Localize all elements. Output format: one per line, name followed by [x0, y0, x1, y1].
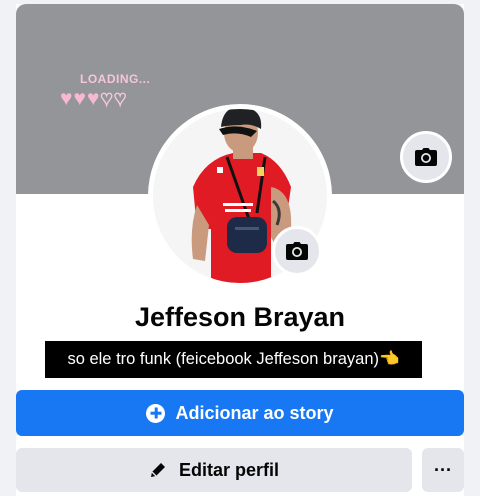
heart-outline-icon: ♥: [113, 87, 127, 110]
add-to-story-label: Adicionar ao story: [175, 402, 334, 423]
camera-icon: [415, 148, 437, 166]
edit-profile-label: Editar perfil: [178, 459, 280, 480]
camera-icon: [286, 242, 308, 260]
more-dots-icon: ···: [434, 459, 452, 480]
add-to-story-button[interactable]: Adicionar ao story: [16, 390, 464, 436]
edit-avatar-button[interactable]: [272, 226, 322, 276]
edit-cover-button[interactable]: [400, 131, 452, 183]
heart-icon: ♥: [86, 87, 100, 110]
heart-icon: ♥: [60, 87, 73, 110]
profile-name: Jeffeson Brayan: [134, 302, 346, 332]
edit-profile-button[interactable]: Editar perfil: [16, 448, 412, 492]
cover-loading-text: LOADING...: [80, 72, 151, 86]
more-options-button[interactable]: ···: [422, 448, 464, 492]
heart-outline-icon: ♥: [100, 87, 114, 110]
cover-hearts: ♥ ♥ ♥ ♥ ♥: [60, 87, 127, 110]
pencil-icon: [150, 463, 165, 477]
plus-circle-icon: [146, 403, 166, 423]
profile-bio: so ele tro funk (feicebook Jeffeson bray…: [45, 341, 422, 378]
heart-icon: ♥: [73, 87, 86, 110]
